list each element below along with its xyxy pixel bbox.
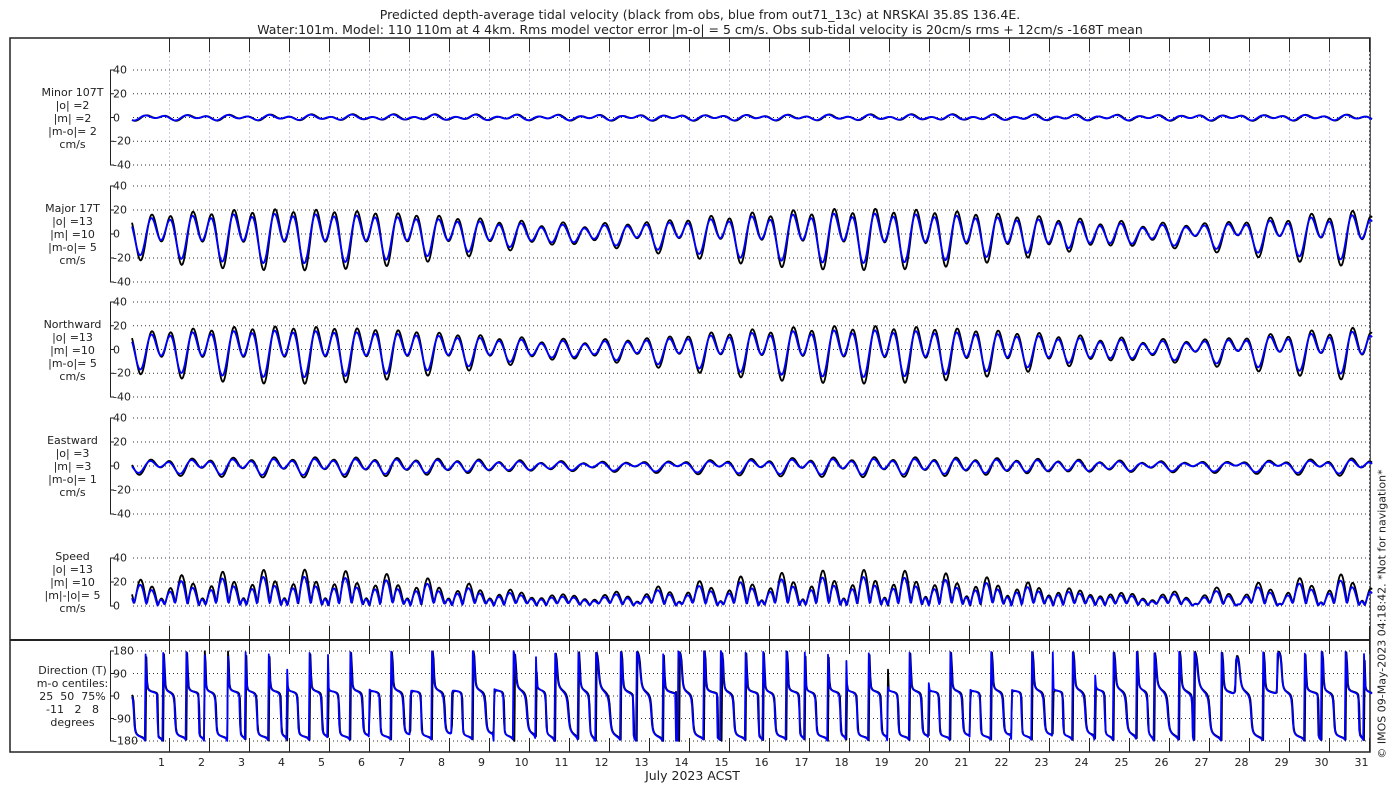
y-tick-label: -180 [113, 734, 138, 748]
panel-label-major: |m-o|= 5 [48, 241, 97, 254]
panel-label-major: Major 17T [45, 202, 100, 215]
panel-label-direction: Direction (T) [38, 664, 107, 677]
panel-label-direction: degrees [50, 716, 95, 729]
y-tick-label: -40 [113, 390, 131, 404]
y-tick-label: 40 [113, 179, 127, 193]
panel-label-east: |m-o|= 1 [48, 473, 97, 486]
y-tick-label: 40 [113, 63, 127, 77]
y-tick-label: -40 [113, 507, 131, 521]
y-tick-label: -40 [113, 275, 131, 289]
panel-label-speed: |o| =13 [52, 563, 93, 576]
panel-label-east: cm/s [59, 486, 86, 499]
model-north-line [131, 329, 1373, 379]
panel-label-minor: cm/s [59, 137, 86, 151]
panel-label-east: Eastward [47, 434, 98, 447]
panel-label-major: |o| =13 [52, 215, 93, 228]
panel-label-north: Northward [43, 317, 102, 331]
model-east-line [131, 458, 1373, 476]
panel-label-direction: m-o centiles: [36, 677, 109, 690]
panel-label-speed: |m|-|o|= 5 [44, 589, 101, 602]
y-tick-label: 180 [113, 644, 134, 658]
panel-label-north: |o| =13 [52, 330, 93, 344]
watermark: © IMOS 09-May-2023 04:18:42. *Not for na… [1375, 469, 1389, 759]
panel-label-speed: |m| =10 [50, 576, 95, 589]
plot-area [9, 37, 1373, 753]
panel-label-speed: Speed [55, 550, 90, 563]
panel-label-minor: |m| =2 [53, 111, 92, 125]
panel-label-speed: cm/s [59, 602, 86, 615]
model-minor-line [131, 113, 1373, 122]
panel-label-major: cm/s [59, 254, 86, 267]
model-speed-line [131, 575, 1373, 607]
panel-label-minor: |m-o|= 2 [48, 124, 97, 138]
y-tick-label: -40 [113, 158, 131, 172]
panel-label-north: cm/s [59, 369, 86, 383]
y-tick-label: 40 [113, 411, 127, 425]
x-axis-label: July 2023 ACST [645, 768, 740, 783]
panel-label-east: |o| =3 [55, 447, 90, 460]
model-major-line [131, 212, 1373, 265]
panel-label-direction: -11 2 8 [46, 703, 99, 716]
y-tick-label: 40 [113, 295, 127, 309]
panel-label-minor: |o| =2 [55, 98, 90, 112]
panel-label-major: |m| =10 [50, 228, 95, 241]
panel-label-minor: Minor 107T [41, 85, 104, 99]
panel-label-north: |m| =10 [50, 343, 95, 357]
panel-label-direction: 25 50 75% [39, 690, 106, 703]
panel-label-east: |m| =3 [53, 460, 92, 473]
panel-label-north: |m-o|= 5 [48, 356, 97, 370]
